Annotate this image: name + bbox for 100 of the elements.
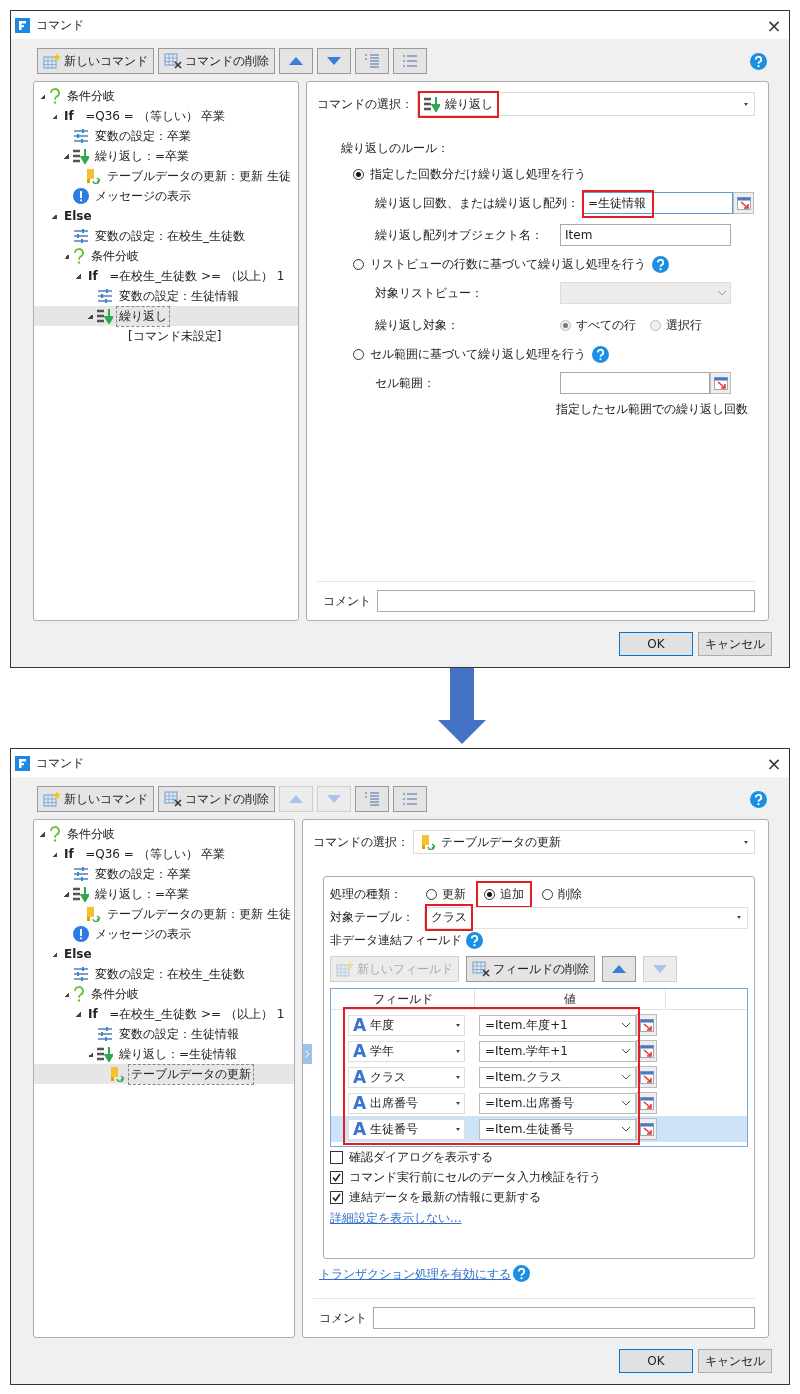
tree-item[interactable]: 変数の設定：卒業 — [34, 126, 298, 146]
checkbox[interactable] — [330, 1171, 343, 1184]
tree-item[interactable]: Else — [34, 944, 294, 964]
tree-label: 繰り返し：=生徒情報 — [118, 1045, 239, 1063]
up-field-button[interactable] — [602, 956, 636, 982]
help-icon[interactable] — [750, 790, 767, 808]
dialog-button[interactable]: OK — [619, 632, 693, 656]
cell-picker-button[interactable] — [636, 1092, 657, 1114]
tree-item[interactable]: 条件分岐 — [34, 246, 298, 266]
command-select[interactable]: テーブルデータの更新 — [413, 830, 755, 854]
comment-field[interactable] — [377, 590, 755, 612]
help-icon[interactable] — [592, 345, 609, 363]
cell-picker-button[interactable] — [636, 1040, 657, 1062]
tree-item[interactable]: 変数の設定：生徒情報 — [34, 1024, 294, 1044]
table-row[interactable]: A クラス =Item.クラス — [331, 1064, 747, 1090]
field-select[interactable]: A 出席番号 — [348, 1092, 465, 1114]
tree-item[interactable]: 繰り返し：=生徒情報 — [34, 1044, 294, 1064]
tree-item[interactable]: 条件分岐 — [34, 824, 294, 844]
tree-item[interactable]: 変数の設定：在校生_生徒数 — [34, 226, 298, 246]
dialog-button[interactable]: キャンセル — [698, 632, 772, 656]
cell-picker-button[interactable] — [733, 192, 754, 214]
close-button[interactable]: × — [759, 14, 789, 36]
help-icon[interactable] — [513, 1264, 530, 1282]
cell-picker-button[interactable] — [636, 1118, 657, 1140]
question-mark-icon — [49, 88, 61, 104]
delete-command-button[interactable]: コマンドの削除 — [158, 48, 275, 74]
dialog-button[interactable]: キャンセル — [698, 1349, 772, 1373]
transaction-link[interactable]: トランザクション処理を有効にする — [319, 1266, 511, 1284]
tree-item[interactable]: テーブルデータの更新：更新 生徒 — [34, 904, 294, 924]
expander-icon[interactable] — [63, 153, 69, 159]
radio-button[interactable] — [542, 889, 553, 900]
expander-icon[interactable] — [63, 891, 69, 897]
expander-icon[interactable] — [63, 253, 69, 259]
tree-item[interactable]: 変数の設定：生徒情報 — [34, 286, 298, 306]
cell-picker-button[interactable] — [636, 1014, 657, 1036]
radio-button[interactable] — [353, 258, 364, 270]
value-select[interactable]: =Item.クラス — [479, 1066, 636, 1088]
new-command-button[interactable]: 新しいコマンド — [37, 786, 154, 812]
tree-item[interactable]: メッセージの表示 — [34, 186, 298, 206]
tree-item[interactable]: メッセージの表示 — [34, 924, 294, 944]
tree-item[interactable]: If =Q36 = （等しい） 卒業 — [34, 106, 298, 126]
radio-button[interactable] — [560, 319, 571, 331]
radio-button[interactable] — [353, 168, 364, 180]
tree-item[interactable]: If =Q36 = （等しい） 卒業 — [34, 844, 294, 864]
delete-item-icon — [472, 961, 490, 977]
table-select[interactable]: クラス — [424, 906, 748, 929]
dialog-button[interactable]: OK — [619, 1349, 693, 1373]
tree-item[interactable]: 繰り返し：=卒業 — [34, 884, 294, 904]
value-select[interactable]: =Item.出席番号 — [479, 1092, 636, 1114]
cell-picker-button[interactable] — [636, 1066, 657, 1088]
expander-icon[interactable] — [75, 1011, 81, 1017]
expander-icon[interactable] — [39, 831, 45, 837]
tree-item[interactable]: 条件分岐 — [34, 86, 298, 106]
new-command-button[interactable]: 新しいコマンド — [37, 48, 154, 74]
table-row[interactable]: A 年度 =Item.年度+1 — [331, 1012, 747, 1038]
expander-icon[interactable] — [51, 213, 57, 219]
close-button[interactable]: × — [759, 752, 789, 774]
field-select[interactable]: A 学年 — [348, 1040, 465, 1062]
radio-button[interactable] — [484, 889, 495, 900]
input-field[interactable] — [560, 372, 710, 394]
radio-button[interactable] — [353, 348, 364, 360]
tree-item[interactable]: [コマンド未設定] — [34, 326, 298, 346]
down-command-button[interactable] — [317, 48, 351, 74]
comment-field[interactable] — [373, 1307, 755, 1329]
checkbox[interactable] — [330, 1151, 343, 1164]
delete-command-button[interactable]: コマンドの削除 — [158, 786, 275, 812]
help-icon[interactable] — [652, 255, 669, 273]
value-select[interactable]: =Item.学年+1 — [479, 1040, 636, 1062]
expander-icon[interactable] — [87, 313, 93, 319]
checkbox[interactable] — [330, 1191, 343, 1204]
up-command-button[interactable] — [279, 48, 313, 74]
tree-item[interactable]: If =在校生_生徒数 >= （以上） 1 — [34, 1004, 294, 1024]
details-link[interactable]: 詳細設定を表示しない... — [330, 1210, 748, 1227]
tree-item[interactable]: 繰り返し — [34, 306, 298, 326]
field-select[interactable]: A 生徒番号 — [348, 1118, 465, 1140]
tree-item[interactable]: Else — [34, 206, 298, 226]
expander-icon[interactable] — [75, 273, 81, 279]
radio-button[interactable] — [650, 319, 661, 331]
value-select[interactable]: =Item.年度+1 — [479, 1014, 636, 1036]
table-row[interactable]: A 生徒番号 =Item.生徒番号 — [331, 1116, 747, 1142]
help-icon[interactable] — [466, 932, 483, 949]
tree-item[interactable]: 繰り返し：=卒業 — [34, 146, 298, 166]
tree-item[interactable]: 変数の設定：卒業 — [34, 864, 294, 884]
tree-item[interactable]: テーブルデータの更新：更新 生徒 — [34, 166, 298, 186]
tree-item[interactable]: 変数の設定：在校生_生徒数 — [34, 964, 294, 984]
field-select[interactable]: A クラス — [348, 1066, 465, 1088]
tree-item[interactable]: 条件分岐 — [34, 984, 294, 1004]
table-row[interactable]: A 学年 =Item.学年+1 — [331, 1038, 747, 1064]
command-select[interactable]: 繰り返し — [417, 92, 755, 116]
tree-item[interactable]: If =在校生_生徒数 >= （以上） 1 — [34, 266, 298, 286]
table-row[interactable]: A 出席番号 =Item.出席番号 — [331, 1090, 747, 1116]
radio-button[interactable] — [426, 889, 437, 900]
tree-item[interactable]: テーブルデータの更新 — [34, 1064, 294, 1084]
move-down-icon — [327, 57, 341, 65]
value-select[interactable]: =Item.生徒番号 — [479, 1118, 636, 1140]
delete-field-button[interactable]: フィールドの削除 — [466, 956, 595, 982]
cell-picker-button[interactable] — [710, 372, 731, 394]
input-field[interactable]: Item — [560, 224, 731, 246]
field-select[interactable]: A 年度 — [348, 1014, 465, 1036]
help-icon[interactable] — [750, 52, 767, 70]
